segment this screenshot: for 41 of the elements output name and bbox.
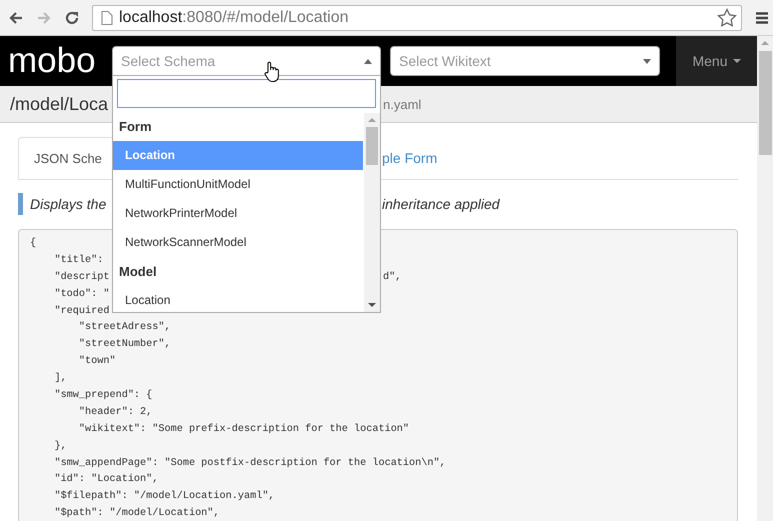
- dropdown-option[interactable]: NetworkPrinterModel: [113, 199, 363, 228]
- code-line: {: [30, 238, 36, 249]
- code-line: "streetNumber",: [78, 339, 171, 350]
- brand-logo[interactable]: mobo: [0, 36, 104, 86]
- description-text: inheritance applied: [382, 196, 501, 212]
- quote-bar: [18, 193, 23, 215]
- menu-button[interactable]: Menu: [676, 36, 757, 86]
- code-line: d",: [383, 270, 402, 285]
- code-line: "$path": "/model/Location",: [53, 508, 220, 520]
- star-icon[interactable]: [717, 8, 737, 28]
- dropdown-option[interactable]: NetworkScannerModel: [113, 228, 363, 257]
- group-label: Form: [118, 118, 152, 136]
- code-line: "todo": ": [53, 288, 110, 300]
- code-line: "streetAdress",: [78, 322, 171, 334]
- url-text: localhost:8080/#/model/Location: [119, 8, 350, 26]
- search-field[interactable]: [117, 79, 376, 108]
- tab[interactable]: ple Form: [382, 137, 438, 179]
- code-line: "wikitext": "Some prefix-description for the location": [78, 424, 410, 435]
- file-path: n.yaml: [383, 96, 422, 112]
- page-scrollbar[interactable]: [757, 36, 773, 521]
- code-line: "$filepath": "/model/Location.yaml",: [53, 491, 275, 502]
- reload-icon[interactable]: [64, 10, 80, 26]
- scrollbar[interactable]: [364, 113, 380, 312]
- menu-icon[interactable]: [756, 12, 768, 24]
- address-bar[interactable]: localhost:8080/#/model/Location: [92, 4, 742, 30]
- page-title: /model/Loca: [9, 94, 110, 114]
- page-icon: [101, 10, 113, 24]
- code-line: "descript: [53, 272, 110, 283]
- code-line: ],: [53, 373, 67, 384]
- code-line: "smw_appendPage": "Some postfix-description for the location\n",: [53, 458, 446, 469]
- group-label: Model: [118, 263, 158, 281]
- back-icon[interactable]: [8, 10, 24, 26]
- description-text: Displays the: [30, 196, 108, 212]
- code-line: "required: [53, 306, 110, 317]
- dropdown-option[interactable]: Location: [113, 286, 363, 311]
- code-line: "town": [78, 356, 116, 368]
- code-line: "title":: [53, 254, 104, 266]
- code-line: "id": "Location",: [53, 474, 158, 486]
- code-line: "header": 2,: [78, 406, 152, 418]
- code-line: "smw_prepend": {: [53, 390, 152, 402]
- code-line: },: [53, 440, 67, 452]
